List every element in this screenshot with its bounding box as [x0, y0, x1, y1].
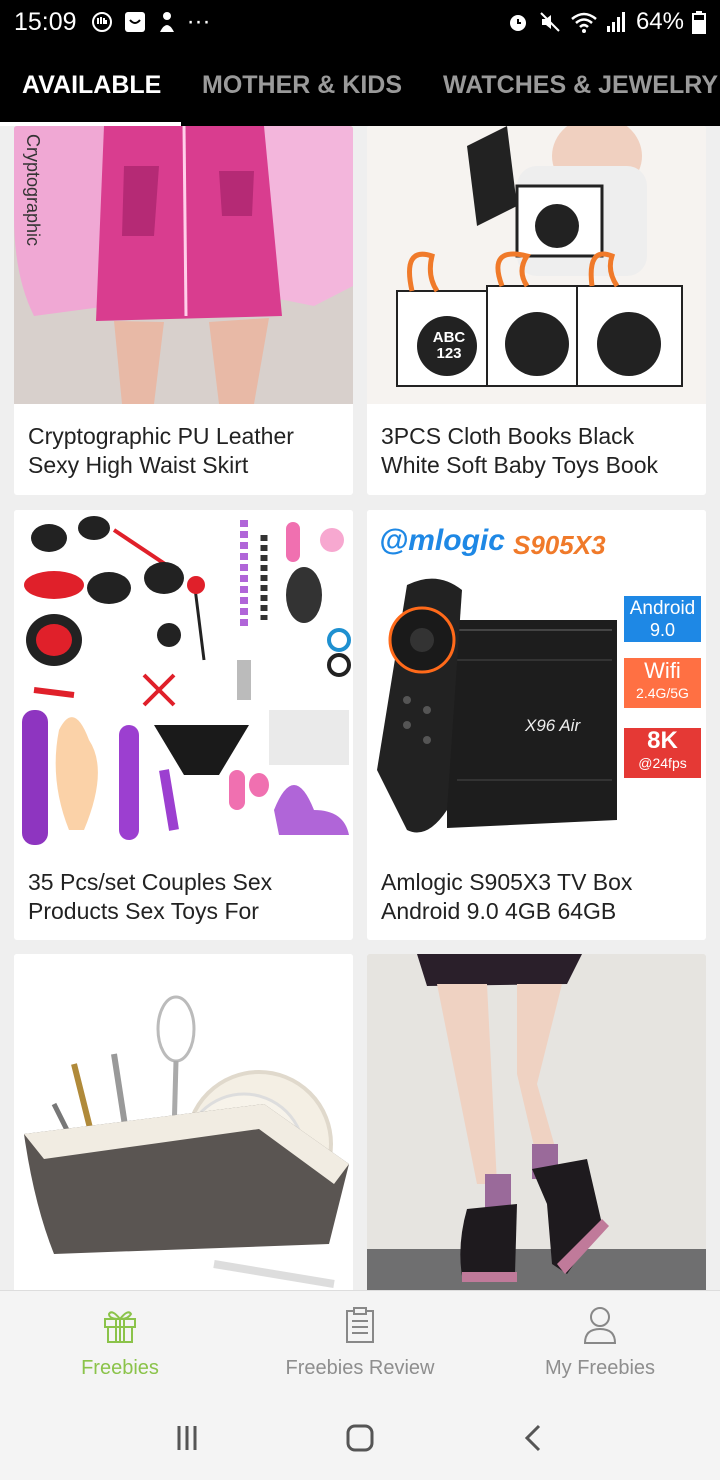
- back-icon[interactable]: [517, 1422, 549, 1454]
- status-bar: 15:09 ··· 64%: [0, 0, 720, 44]
- product-image: [367, 954, 706, 1290]
- product-feed[interactable]: Cryptographic Cryptographic PU Leather S…: [0, 126, 720, 1290]
- chat-icon: [124, 12, 145, 32]
- product-image-text: Cryptographic: [23, 134, 43, 247]
- system-nav-bar: [0, 1396, 720, 1480]
- category-tabs: AVAILABLE MOTHER & KIDS WATCHES & JEWELR…: [0, 44, 720, 126]
- signal-icon: [606, 12, 625, 32]
- product-card[interactable]: 35 Pcs/set Couples Sex Products Sex Toys…: [14, 510, 353, 940]
- nav-label: My Freebies: [544, 1357, 656, 1379]
- device-label: X96 Air: [525, 716, 581, 735]
- product-image: [14, 954, 353, 1290]
- model-label: S905X3: [513, 530, 606, 560]
- product-title: 3PCS Cloth Books Black White Soft Baby T…: [381, 423, 658, 478]
- wifi-icon: [571, 12, 597, 33]
- alarm-icon: [509, 15, 526, 31]
- bottom-nav: Freebies Freebies Review My Freebies: [0, 1290, 720, 1396]
- recent-apps-icon[interactable]: [171, 1422, 203, 1454]
- mute-icon: [540, 12, 560, 32]
- product-title: 35 Pcs/set Couples Sex Products Sex Toys…: [28, 869, 273, 924]
- battery-icon: [692, 11, 706, 34]
- tab-available[interactable]: AVAILABLE: [22, 44, 161, 126]
- product-title: Amlogic S905X3 TV Box Android 9.0 4GB 64…: [381, 869, 633, 924]
- product-image: [14, 510, 353, 850]
- product-image: Cryptographic: [14, 126, 353, 404]
- product-image: ABC 123: [367, 126, 706, 404]
- nav-freebies-review[interactable]: Freebies Review: [240, 1291, 480, 1396]
- tab-watches-jewelry[interactable]: WATCHES & JEWELRY: [443, 44, 718, 126]
- product-card[interactable]: [367, 954, 706, 1290]
- nav-label: Freebies: [81, 1357, 159, 1379]
- status-time: 15:09: [14, 7, 77, 36]
- nav-my-freebies[interactable]: My Freebies: [480, 1291, 720, 1396]
- spec-badge: Wifi 2.4G/5G: [624, 658, 701, 708]
- spec-badge: Android 9.0: [624, 596, 701, 642]
- product-image: @mlogic S905X3 X96 Air Android 9.0 Wifi …: [367, 510, 706, 850]
- clipboard-icon: [346, 1307, 374, 1343]
- hand-icon: [91, 12, 112, 32]
- product-image-text: ABC 123: [432, 329, 466, 362]
- nav-freebies[interactable]: Freebies: [0, 1291, 240, 1396]
- tab-mother-kids[interactable]: MOTHER & KIDS: [202, 44, 402, 126]
- spec-badge: 8K @24fps: [624, 728, 701, 778]
- product-title: Cryptographic PU Leather Sexy High Waist…: [28, 423, 294, 478]
- product-card[interactable]: Cryptographic Cryptographic PU Leather S…: [14, 126, 353, 495]
- more-indicator: ···: [186, 8, 211, 35]
- product-card[interactable]: [14, 954, 353, 1290]
- person-icon: [159, 12, 174, 32]
- gift-icon: [104, 1311, 136, 1343]
- product-card[interactable]: ABC 123 3PCS Cloth Books Black White Sof…: [367, 126, 706, 495]
- home-icon[interactable]: [344, 1422, 376, 1454]
- brand-logo: @mlogic: [379, 524, 505, 557]
- product-card[interactable]: @mlogic S905X3 X96 Air Android 9.0 Wifi …: [367, 510, 706, 940]
- user-icon: [583, 1307, 617, 1344]
- nav-label: Freebies Review: [285, 1357, 435, 1379]
- battery-percent: 64%: [635, 8, 684, 35]
